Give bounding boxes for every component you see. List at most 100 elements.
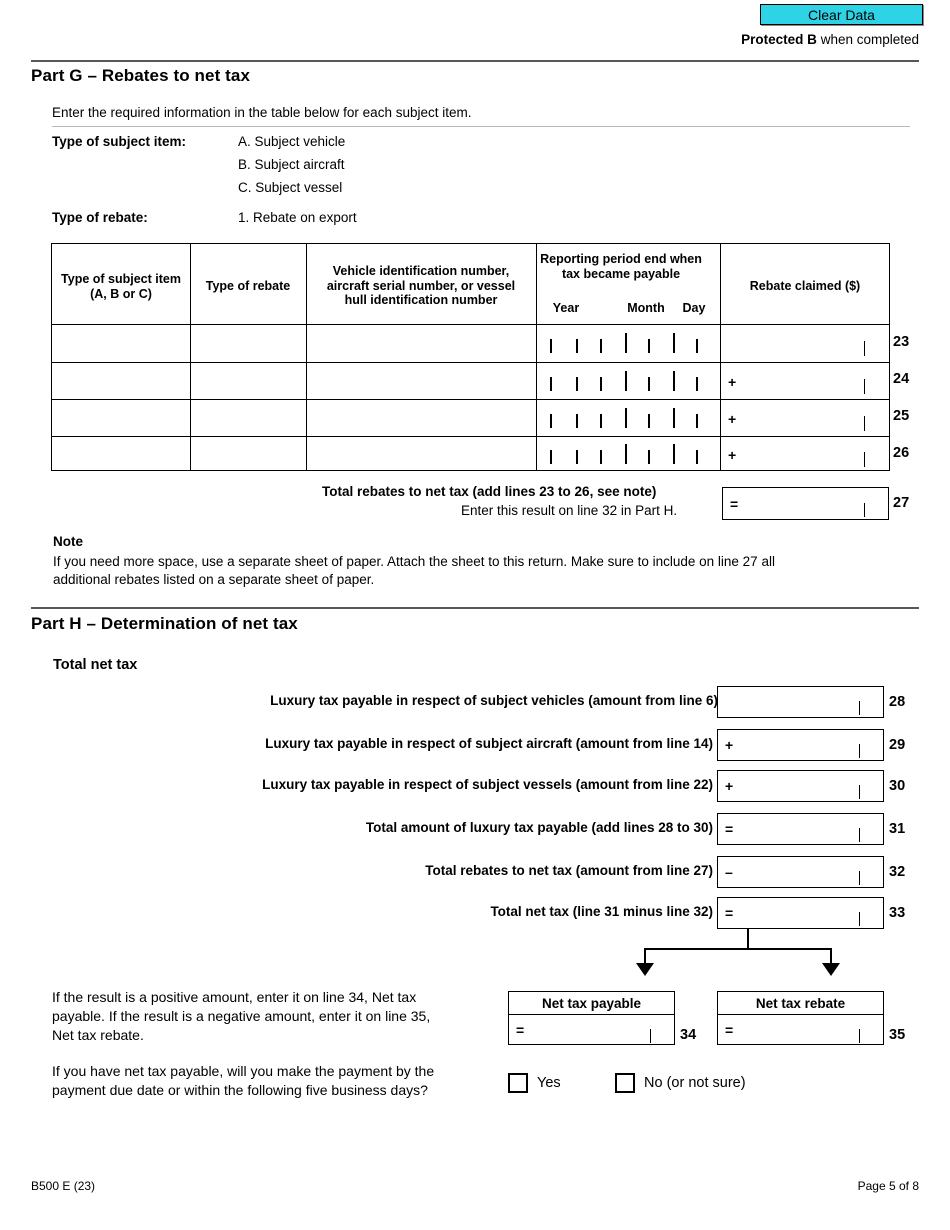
cell-subject-item[interactable]	[53, 437, 189, 471]
table-header-year: Year	[552, 301, 580, 315]
net-tax-payable-box: Net tax payable =	[508, 991, 675, 1045]
table-header-rebate-type-line1: Type of rebate	[205, 279, 291, 293]
line-33-amount-field[interactable]: =	[717, 897, 884, 929]
line-number-33: 33	[889, 905, 906, 921]
date-group-tick	[673, 333, 675, 353]
cents-tick	[864, 503, 865, 517]
cell-rebate-type[interactable]	[191, 363, 305, 399]
date-group-tick	[673, 444, 675, 464]
line-33-label: Total net tax (line 31 minus line 32)	[490, 904, 713, 919]
date-tick	[648, 414, 650, 428]
line-33-operator: =	[725, 905, 734, 921]
net-tax-rebate-operator: =	[725, 1022, 734, 1038]
cents-tick	[859, 744, 860, 758]
line-29-amount-field[interactable]: +	[717, 729, 884, 761]
part-g-heading: Part G – Rebates to net tax	[31, 66, 251, 85]
cell-identification-number[interactable]	[307, 437, 535, 471]
total-rebates-label-line1: Total rebates to net tax (add lines 23 t…	[322, 484, 657, 499]
total-rebates-label-line2: Enter this result on line 32 in Part H.	[461, 503, 678, 518]
line-number-26: 26	[893, 445, 910, 461]
payment-no-checkbox[interactable]	[615, 1073, 635, 1093]
payment-yes-checkbox[interactable]	[508, 1073, 528, 1093]
line-number-30: 30	[889, 778, 906, 794]
line-28-amount-field[interactable]	[717, 686, 884, 718]
cell-rebate-claimed[interactable]: +	[721, 437, 888, 471]
date-tick	[576, 450, 578, 464]
branch-stem	[747, 929, 749, 950]
line-number-28: 28	[889, 694, 906, 710]
result-note-line-2: payable. If the result is a negative amo…	[52, 1008, 431, 1024]
cents-tick	[859, 871, 860, 885]
cell-date[interactable]	[537, 325, 719, 361]
cell-rebate-claimed[interactable]: +	[721, 400, 888, 436]
line-number-25: 25	[893, 408, 910, 424]
total-rebates-amount-field[interactable]: =	[722, 487, 889, 520]
line-31-operator: =	[725, 821, 734, 837]
cents-tick	[864, 416, 865, 431]
cell-date[interactable]	[537, 400, 719, 436]
date-tick	[576, 414, 578, 428]
line-31-label: Total amount of luxury tax payable (add …	[365, 820, 713, 835]
line-30-amount-field[interactable]: +	[717, 770, 884, 802]
type-of-rebate-label: Type of rebate:	[52, 210, 148, 225]
payment-no-label: No (or not sure)	[644, 1075, 746, 1091]
cell-subject-item[interactable]	[53, 400, 189, 436]
cell-rebate-claimed[interactable]: +	[721, 363, 888, 399]
line-number-34: 34	[680, 1027, 697, 1043]
subject-item-option-a: A. Subject vehicle	[238, 134, 346, 149]
cell-identification-number[interactable]	[307, 325, 535, 361]
line-number-35: 35	[889, 1027, 906, 1043]
table-header-rebate-claimed: Rebate claimed ($)	[722, 279, 888, 294]
clear-data-button[interactable]: Clear Data	[760, 4, 923, 25]
branch-crossbar	[644, 948, 832, 950]
form-code: B500 E (23)	[31, 1179, 96, 1193]
note-heading: Note	[53, 534, 83, 549]
date-tick	[696, 339, 698, 353]
date-tick	[600, 339, 602, 353]
rebate-option-1: 1. Rebate on export	[238, 210, 357, 225]
type-of-subject-item-label: Type of subject item:	[52, 134, 187, 149]
page-number: Page 5 of 8	[857, 1179, 919, 1193]
protected-b-strong: Protected B	[741, 32, 817, 47]
cell-identification-number[interactable]	[307, 400, 535, 436]
payment-question-line-2: payment due date or within the following…	[52, 1082, 428, 1098]
date-tick	[648, 450, 650, 464]
line-31-amount-field[interactable]: =	[717, 813, 884, 845]
protected-b-suffix: when completed	[816, 32, 919, 47]
form-page: Clear Data Protected B when completed Pa…	[0, 0, 950, 1230]
line-29-operator: +	[725, 737, 734, 753]
net-tax-rebate-title: Net tax rebate	[718, 992, 883, 1015]
divider-part-g-top	[31, 60, 919, 62]
branch-left-arrowhead	[636, 963, 654, 976]
cell-subject-item[interactable]	[53, 325, 189, 361]
date-group-tick	[625, 333, 627, 353]
result-note-line-3: Net tax rebate.	[52, 1027, 144, 1043]
date-group-tick	[625, 444, 627, 464]
cell-subject-item[interactable]	[53, 363, 189, 399]
cell-rebate-type[interactable]	[191, 400, 305, 436]
cell-identification-number[interactable]	[307, 363, 535, 399]
date-group-tick	[625, 408, 627, 428]
date-tick	[550, 339, 552, 353]
line-32-label: Total rebates to net tax (amount from li…	[425, 863, 713, 878]
net-tax-payable-field[interactable]: =	[509, 1015, 674, 1044]
date-tick	[600, 414, 602, 428]
line-30-label: Luxury tax payable in respect of subject…	[262, 777, 713, 792]
cell-rebate-type[interactable]	[191, 325, 305, 361]
row-operator: +	[728, 411, 737, 427]
result-note-line-1: If the result is a positive amount, ente…	[52, 989, 417, 1005]
date-tick	[696, 414, 698, 428]
cell-rebate-claimed[interactable]	[721, 325, 888, 361]
divider-part-g-intro	[52, 126, 910, 127]
net-tax-rebate-field[interactable]: =	[718, 1015, 883, 1044]
cell-date[interactable]	[537, 363, 719, 399]
cents-tick	[864, 452, 865, 467]
cell-rebate-type[interactable]	[191, 437, 305, 471]
date-tick	[550, 377, 552, 391]
cell-date[interactable]	[537, 437, 719, 471]
table-header-identification-number-line2: aircraft serial number, or vessel	[326, 278, 516, 293]
date-tick	[550, 450, 552, 464]
line-32-amount-field[interactable]: –	[717, 856, 884, 888]
date-tick	[600, 377, 602, 391]
line-number-31: 31	[889, 821, 906, 837]
